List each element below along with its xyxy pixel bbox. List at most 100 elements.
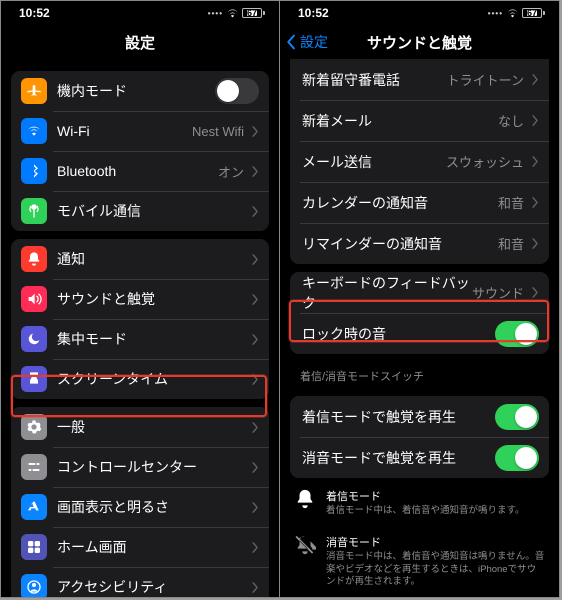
cell-notifications[interactable]: 通知 [11, 239, 269, 279]
sounds-group: キーボードのフィードバックサウンドロック時の音 [290, 272, 549, 354]
toggle-switch[interactable] [495, 321, 539, 347]
antenna-icon [21, 198, 47, 224]
moon-icon [21, 326, 47, 352]
cell-cellular[interactable]: モバイル通信 [11, 191, 269, 231]
cell-controlcenter[interactable]: コントロールセンター [11, 447, 269, 487]
chevron-right-icon [252, 206, 259, 217]
cell-detail: オン [218, 162, 244, 181]
textsize-icon [21, 494, 47, 520]
cell-メール送信[interactable]: メール送信スウォッシュ [290, 141, 549, 182]
status-bar: 10:52 •••• 67 [280, 1, 559, 25]
settings-group: 通知サウンドと触覚集中モードスクリーンタイム [11, 239, 269, 399]
cellular-dots-icon: •••• [208, 9, 223, 18]
page-title: 設定 [1, 32, 279, 53]
bell-icon [21, 246, 47, 272]
cell-label: コントロールセンター [57, 457, 248, 477]
cell-新着留守番電話[interactable]: 新着留守番電話トライトーン [290, 59, 549, 100]
chevron-right-icon [532, 238, 539, 249]
cell-label: ロック時の音 [302, 324, 495, 344]
chevron-right-icon [252, 334, 259, 345]
airplane-icon [21, 78, 47, 104]
section-header: 着信/消音モードスイッチ [280, 354, 559, 388]
sounds-group: 新着留守番電話トライトーン新着メールなしメール送信スウォッシュカレンダーの通知音… [290, 59, 549, 264]
sounds-list[interactable]: 新着留守番電話トライトーン新着メールなしメール送信スウォッシュカレンダーの通知音… [280, 59, 559, 597]
cell-label: Bluetooth [57, 163, 218, 179]
navbar: 設定 サウンドと触覚 [280, 25, 559, 59]
status-right: •••• 67 [208, 8, 265, 18]
status-time: 10:52 [298, 6, 329, 20]
cell-homescreen[interactable]: ホーム画面 [11, 527, 269, 567]
cell-ロック時の音[interactable]: ロック時の音 [290, 313, 549, 354]
toggle-switch[interactable] [495, 445, 539, 471]
cell-display[interactable]: 画面表示と明るさ [11, 487, 269, 527]
cell-label: キーボードのフィードバック [302, 273, 472, 313]
chevron-right-icon [252, 374, 259, 385]
chevron-left-icon [286, 34, 297, 50]
cell-detail: スウォッシュ [446, 152, 524, 171]
chevron-right-icon [532, 74, 539, 85]
cell-リマインダーの通知音[interactable]: リマインダーの通知音和音 [290, 223, 549, 264]
cell-airplane[interactable]: 機内モード [11, 71, 269, 111]
cell-label: 一般 [57, 417, 248, 437]
cell-label: 新着留守番電話 [302, 70, 447, 90]
navbar: 設定 [1, 25, 279, 59]
cell-着信モードで触覚を再生[interactable]: 着信モードで触覚を再生 [290, 396, 549, 437]
cell-label: 通知 [57, 249, 248, 269]
cell-sounds[interactable]: サウンドと触覚 [11, 279, 269, 319]
battery-icon: 67 [522, 8, 545, 18]
cell-消音モードで触覚を再生[interactable]: 消音モードで触覚を再生 [290, 437, 549, 478]
battery-icon: 67 [242, 8, 265, 18]
chevron-right-icon [532, 197, 539, 208]
settings-group: 機内モードWi-FiNest WifiBluetoothオンモバイル通信 [11, 71, 269, 231]
wifi-icon [506, 9, 519, 18]
chevron-right-icon [252, 422, 259, 433]
cell-label: Wi-Fi [57, 123, 192, 139]
cell-detail: なし [498, 111, 524, 130]
sounds-group: 着信モードで触覚を再生消音モードで触覚を再生 [290, 396, 549, 478]
chevron-right-icon [252, 254, 259, 265]
cell-bluetooth[interactable]: Bluetoothオン [11, 151, 269, 191]
info-row: 消音モード消音モード中は、着信音や通知音は鳴りません。音楽やビデオなどを再生する… [280, 524, 559, 595]
cell-detail: 和音 [498, 193, 524, 212]
chevron-right-icon [252, 502, 259, 513]
cell-detail: サウンド [472, 283, 524, 302]
cell-label: ホーム画面 [57, 537, 248, 557]
cell-label: カレンダーの通知音 [302, 193, 498, 213]
cell-focus[interactable]: 集中モード [11, 319, 269, 359]
cell-label: スクリーンタイム [57, 369, 248, 389]
settings-list[interactable]: 機内モードWi-FiNest WifiBluetoothオンモバイル通信通知サウ… [1, 59, 279, 597]
settings-root-screen: 10:52 •••• 67 設定 機内モードWi-FiNest WifiBlue… [0, 0, 280, 598]
cell-label: サウンドと触覚 [57, 289, 248, 309]
cell-accessibility[interactable]: アクセシビリティ [11, 567, 269, 597]
info-title: 消音モード [326, 534, 545, 550]
settings-group: 一般コントロールセンター画面表示と明るさホーム画面アクセシビリティ壁紙Siriと… [11, 407, 269, 597]
cell-detail: Nest Wifi [192, 124, 244, 139]
cell-general[interactable]: 一般 [11, 407, 269, 447]
back-label: 設定 [300, 32, 328, 52]
gear-icon [21, 414, 47, 440]
toggle-switch[interactable] [495, 404, 539, 430]
info-desc: 着信モード中は、着信音や通知音が鳴ります。 [326, 505, 545, 518]
info-desc: 消音モード中は、着信音や通知音は鳴りません。音楽やビデオなどを再生するときは、i… [326, 551, 545, 589]
cell-label: 機内モード [57, 81, 215, 101]
speaker-icon [21, 286, 47, 312]
cell-label: アクセシビリティ [57, 577, 248, 597]
cell-wifi[interactable]: Wi-FiNest Wifi [11, 111, 269, 151]
cell-カレンダーの通知音[interactable]: カレンダーの通知音和音 [290, 182, 549, 223]
cell-キーボードのフィードバック[interactable]: キーボードのフィードバックサウンド [290, 272, 549, 313]
hourglass-icon [21, 366, 47, 392]
info-title: 着信モード [326, 488, 545, 504]
cell-label: メール送信 [302, 152, 446, 172]
cell-label: リマインダーの通知音 [302, 234, 498, 254]
chevron-right-icon [252, 166, 259, 177]
status-bar: 10:52 •••• 67 [1, 1, 279, 25]
cell-screentime[interactable]: スクリーンタイム [11, 359, 269, 399]
back-button[interactable]: 設定 [280, 32, 328, 52]
cell-新着メール[interactable]: 新着メールなし [290, 100, 549, 141]
cell-label: 新着メール [302, 111, 498, 131]
airplane-switch[interactable] [215, 78, 259, 104]
cell-label: 集中モード [57, 329, 248, 349]
chevron-right-icon [252, 294, 259, 305]
grid-icon [21, 534, 47, 560]
chevron-right-icon [252, 582, 259, 593]
